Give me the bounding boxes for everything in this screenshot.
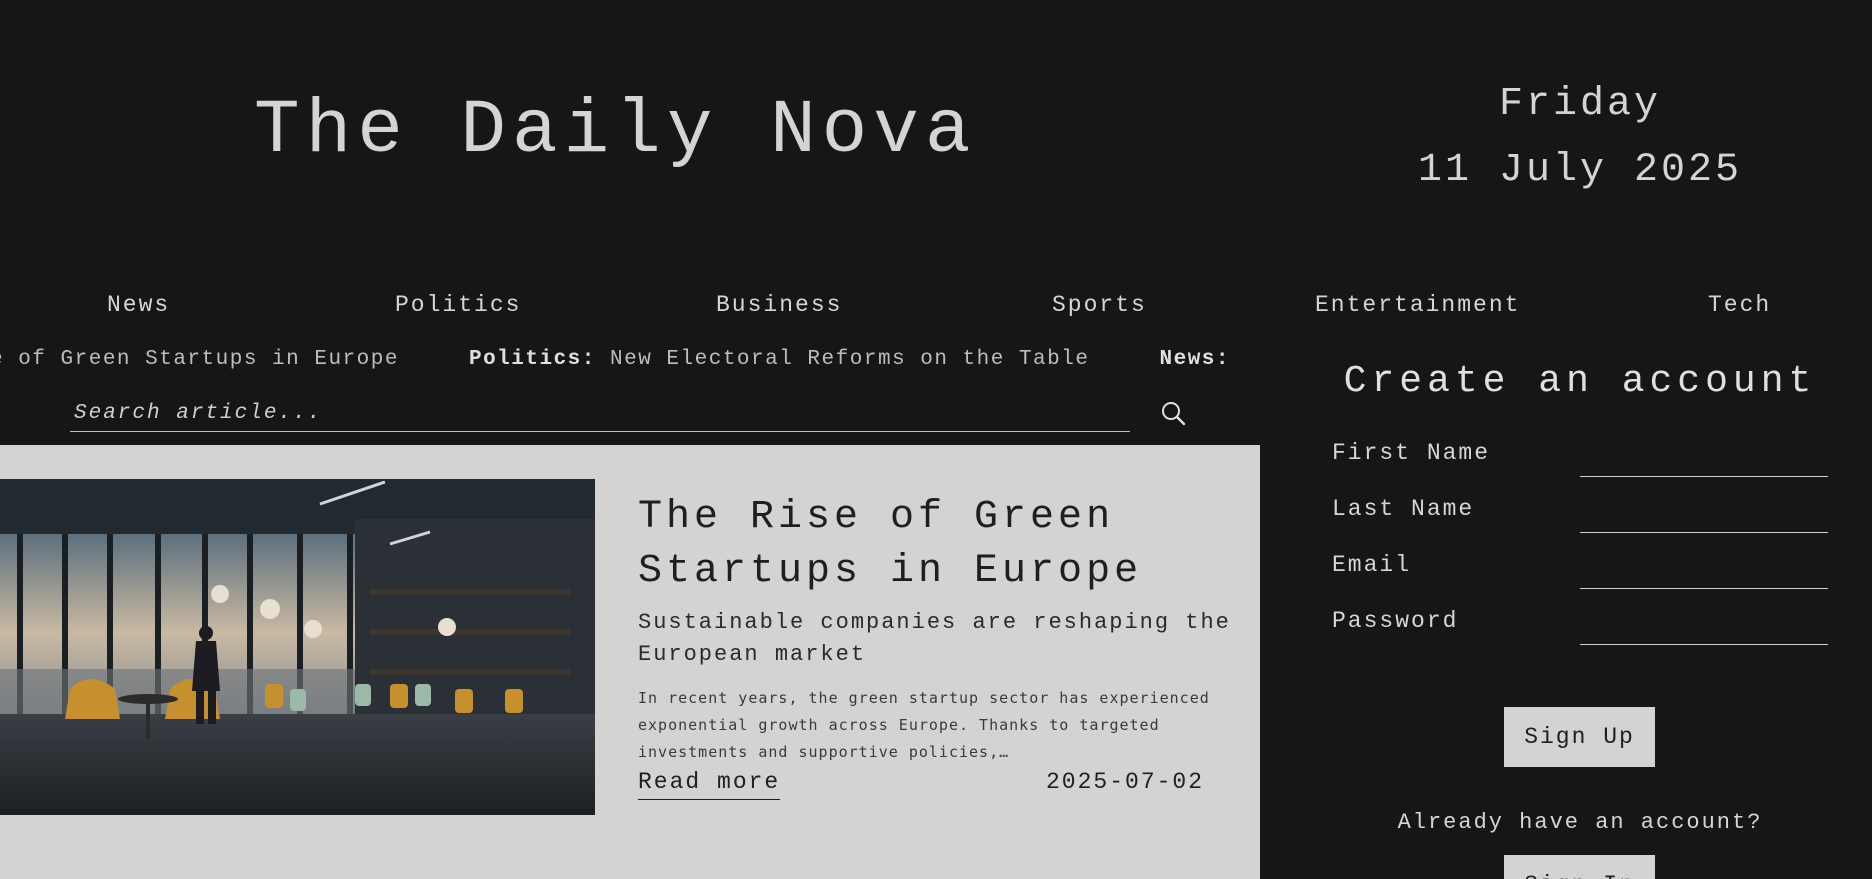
nav-item-entertainment[interactable]: Entertainment [1315,292,1520,318]
search-input[interactable] [70,396,1130,432]
signin-button[interactable]: Sign In [1504,855,1655,879]
read-more-link[interactable]: Read more [638,769,781,800]
ticker-item[interactable]: News: [1159,348,1230,371]
ticker-track: e of Green Startups in Europe Politics: N… [0,348,1262,371]
nav-item-sports[interactable]: Sports [1052,292,1147,318]
signin-button-clip: Sign In [1504,855,1655,879]
signup-button[interactable]: Sign Up [1504,707,1655,767]
nav-item-tech[interactable]: Tech [1708,292,1771,318]
ticker-headline: e of Green Startups in Europe [0,348,399,371]
email-field[interactable] [1580,561,1828,589]
nav-item-news[interactable]: News [107,292,170,318]
first-name-label: First Name [1332,440,1491,466]
nav-item-politics[interactable]: Politics [395,292,521,318]
main-nav: News Politics Business Sports Entertainm… [0,292,1872,322]
article-title[interactable]: The Rise of Green Startups in Europe [638,491,1228,599]
email-label: Email [1332,552,1412,578]
weekday: Friday [1498,82,1662,127]
ticker-category: News: [1159,348,1230,371]
ticker-item[interactable]: Politics: New Electoral Reforms on the T… [469,348,1090,371]
last-name-field[interactable] [1580,505,1828,533]
nav-item-business[interactable]: Business [716,292,842,318]
news-ticker: e of Green Startups in Europe Politics: N… [0,348,1262,378]
already-have-account-text: Already have an account? [1397,810,1763,835]
article-date: 2025-07-02 [1046,769,1205,795]
full-date: 11 July 2025 [1417,148,1743,193]
last-name-label: Last Name [1332,496,1475,522]
article-excerpt: In recent years, the green startup secto… [638,689,1210,761]
password-field[interactable] [1580,617,1828,645]
date-display: Friday 11 July 2025 [1370,72,1790,204]
article-card: The Rise of Green Startups in Europe Sus… [0,445,1260,879]
ticker-item[interactable]: e of Green Startups in Europe [0,348,399,371]
search-icon [1162,402,1186,426]
search-button[interactable] [1158,398,1190,430]
first-name-field[interactable] [1580,449,1828,477]
page: The Daily Nova Friday 11 July 2025 News … [0,0,1872,879]
ticker-headline: New Electoral Reforms on the Table [610,348,1090,371]
site-title: The Daily Nova [254,88,977,174]
article-subtitle: Sustainable companies are reshaping the … [638,610,1231,667]
signup-title: Create an account [1343,360,1817,403]
password-label: Password [1332,608,1459,634]
article-image[interactable] [0,479,595,815]
ticker-category: Politics: [468,348,596,371]
